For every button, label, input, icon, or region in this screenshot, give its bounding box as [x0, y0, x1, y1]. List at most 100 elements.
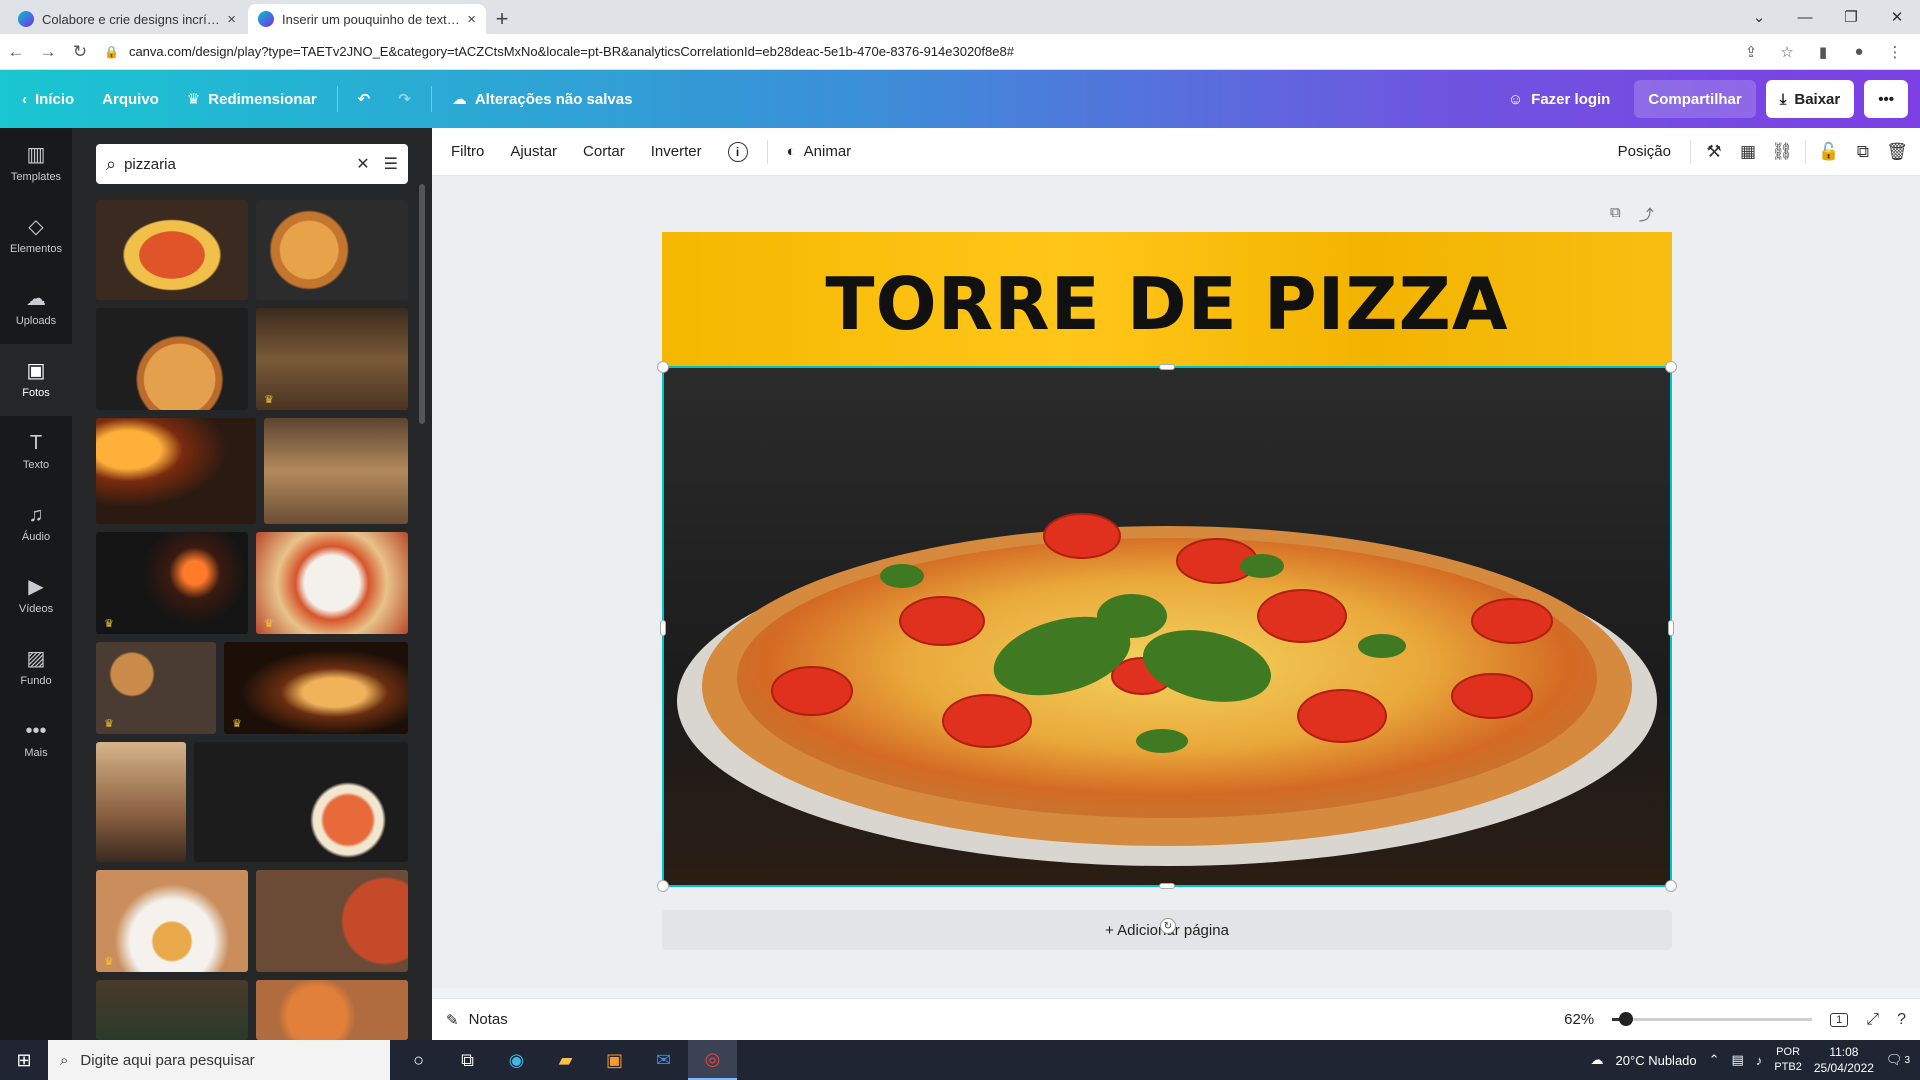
tab-search-icon[interactable]: ⌄ — [1736, 0, 1782, 34]
tab-close-icon[interactable]: × — [227, 11, 236, 28]
duplicate-page-icon[interactable]: ⧉ — [1610, 204, 1621, 225]
photo-thumb[interactable] — [96, 418, 256, 524]
animate-button[interactable]: ◐ Animar — [774, 128, 865, 176]
login-button[interactable]: ☺ Fazer login — [1494, 80, 1625, 118]
store-icon[interactable]: ▣ — [590, 1040, 639, 1080]
cortana-icon[interactable]: ○ — [394, 1040, 443, 1080]
save-status[interactable]: ☁ Alterações não salvas — [438, 80, 647, 118]
clear-search-icon[interactable]: ✕ — [356, 154, 369, 174]
tray-chevron-icon[interactable]: ⌃ — [1709, 1052, 1720, 1068]
duplicate-icon[interactable]: ⧉ — [1846, 135, 1880, 169]
fullscreen-icon[interactable]: ⤢ — [1866, 1011, 1879, 1029]
photo-thumb[interactable] — [96, 308, 248, 410]
forward-icon[interactable]: → — [32, 36, 64, 68]
paint-roller-icon[interactable]: ⚒ — [1697, 135, 1731, 169]
filter-button[interactable]: Filtro — [438, 128, 497, 176]
reload-icon[interactable]: ↻ — [64, 36, 96, 68]
redo-button[interactable]: ↷ — [384, 80, 425, 118]
trash-icon[interactable]: 🗑 — [1880, 135, 1914, 169]
side-panel-icon[interactable]: ▮ — [1808, 37, 1838, 67]
profile-icon[interactable]: ● — [1844, 37, 1874, 67]
browser-tab-2[interactable]: Inserir um pouquinho de texto - × — [248, 4, 486, 34]
design-title-text[interactable]: TORRE DE PIZZA — [662, 262, 1672, 346]
clock[interactable]: 11:08 25/04/2022 — [1814, 1044, 1874, 1076]
volume-icon[interactable]: ♪ — [1756, 1053, 1763, 1068]
photo-thumb[interactable] — [96, 200, 248, 300]
url-field[interactable]: 🔒 canva.com/design/play?type=TAETv2JNO_E… — [104, 38, 1736, 66]
panel-scrollbar[interactable] — [419, 184, 425, 424]
photo-thumb[interactable]: ♛ — [96, 532, 248, 634]
rail-item-videos[interactable]: ▶ Vídeos — [0, 560, 72, 632]
task-view-icon[interactable]: ⧉ — [443, 1040, 492, 1080]
weather-text[interactable]: 20°C Nublado — [1616, 1053, 1697, 1068]
rail-item-audio[interactable]: ♫ Áudio — [0, 488, 72, 560]
photo-thumb[interactable]: ♛ — [224, 642, 408, 734]
rail-item-background[interactable]: ▨ Fundo — [0, 632, 72, 704]
browser-tab-1[interactable]: Colabore e crie designs incríveis × — [8, 4, 246, 34]
language-indicator[interactable]: POR PTB2 — [1774, 1045, 1802, 1075]
photo-thumb[interactable]: ♛ — [256, 308, 408, 410]
resize-button[interactable]: ♛ Redimensionar — [173, 80, 331, 118]
browser-menu-icon[interactable]: ⋮ — [1880, 37, 1910, 67]
restore-icon[interactable]: ❐ — [1828, 0, 1874, 34]
download-button[interactable]: ⤓ Baixar — [1765, 80, 1855, 118]
lock-icon[interactable]: 🔒 — [104, 45, 119, 59]
rail-item-templates[interactable]: ▥ Templates — [0, 128, 72, 200]
flip-button[interactable]: Inverter — [638, 128, 715, 176]
notification-icon[interactable]: 🗨 — [1886, 1052, 1903, 1068]
zoom-slider[interactable] — [1612, 1012, 1813, 1026]
adjust-button[interactable]: Ajustar — [497, 128, 570, 176]
minimize-icon[interactable]: — — [1782, 0, 1828, 34]
crop-button[interactable]: Cortar — [570, 128, 638, 176]
help-icon[interactable]: ? — [1897, 1011, 1906, 1029]
weather-icon[interactable]: ☁ — [1591, 1052, 1604, 1068]
filter-icon[interactable]: ☰ — [384, 154, 398, 174]
new-tab-button[interactable]: + — [488, 4, 516, 34]
rail-item-more[interactable]: ••• Mais — [0, 704, 72, 776]
tab-close-icon[interactable]: × — [467, 11, 476, 28]
network-icon[interactable]: ▤ — [1732, 1052, 1744, 1068]
photo-thumb[interactable] — [264, 418, 408, 524]
share-button[interactable]: Compartilhar — [1634, 80, 1756, 118]
photo-search-input[interactable]: ⌕ pizzaria ✕ ☰ — [96, 144, 408, 184]
chrome-icon[interactable]: ◎ — [688, 1040, 737, 1080]
rotate-handle-icon[interactable]: ↻ — [1160, 918, 1176, 934]
home-button[interactable]: ‹ Início — [8, 80, 88, 118]
photo-thumb[interactable]: ♛ — [256, 532, 408, 634]
link-icon[interactable]: ⛓ — [1765, 135, 1799, 169]
edge-icon[interactable]: ◉ — [492, 1040, 541, 1080]
pizza-photo[interactable] — [662, 366, 1672, 887]
photo-thumb[interactable] — [96, 980, 248, 1040]
share-page-icon[interactable]: ⇪ — [1736, 37, 1766, 67]
photo-thumb[interactable] — [96, 742, 186, 862]
transparency-icon[interactable]: ▦ — [1731, 135, 1765, 169]
rail-item-text[interactable]: T Texto — [0, 416, 72, 488]
add-page-icon[interactable]: ⤴ — [1639, 204, 1654, 225]
rail-item-elements[interactable]: ◇ Elementos — [0, 200, 72, 272]
position-button[interactable]: Posição — [1605, 128, 1684, 176]
file-explorer-icon[interactable]: ▰ — [541, 1040, 590, 1080]
notes-button[interactable]: ✎ Notas — [446, 1011, 508, 1029]
lock-element-icon[interactable]: 🔓 — [1812, 135, 1846, 169]
rail-item-photos[interactable]: ▣ Fotos — [0, 344, 72, 416]
page-count-icon[interactable]: 1 — [1830, 1012, 1849, 1027]
search-value[interactable]: pizzaria — [124, 156, 356, 173]
file-menu-button[interactable]: Arquivo — [88, 80, 173, 118]
photo-thumb[interactable] — [194, 742, 408, 862]
photo-thumb[interactable]: ♛ — [96, 870, 248, 972]
photo-thumb[interactable] — [256, 980, 408, 1040]
mail-icon[interactable]: ✉ — [639, 1040, 688, 1080]
back-icon[interactable]: ← — [0, 36, 32, 68]
design-page[interactable]: TORRE DE PIZZA — [662, 232, 1672, 887]
zoom-slider-knob[interactable] — [1619, 1012, 1634, 1026]
close-window-icon[interactable]: ✕ — [1874, 0, 1920, 34]
photo-thumb[interactable]: ♛ — [96, 642, 216, 734]
photo-thumb[interactable] — [256, 200, 408, 300]
more-options-button[interactable]: ••• — [1864, 80, 1908, 118]
bookmark-star-icon[interactable]: ☆ — [1772, 37, 1802, 67]
windows-start-icon[interactable]: ⊞ — [0, 1040, 48, 1080]
undo-button[interactable]: ↶ — [344, 80, 385, 118]
photo-thumb[interactable] — [256, 870, 408, 972]
info-button[interactable]: i — [715, 128, 761, 176]
taskbar-search-input[interactable]: ⌕ Digite aqui para pesquisar — [48, 1040, 390, 1080]
